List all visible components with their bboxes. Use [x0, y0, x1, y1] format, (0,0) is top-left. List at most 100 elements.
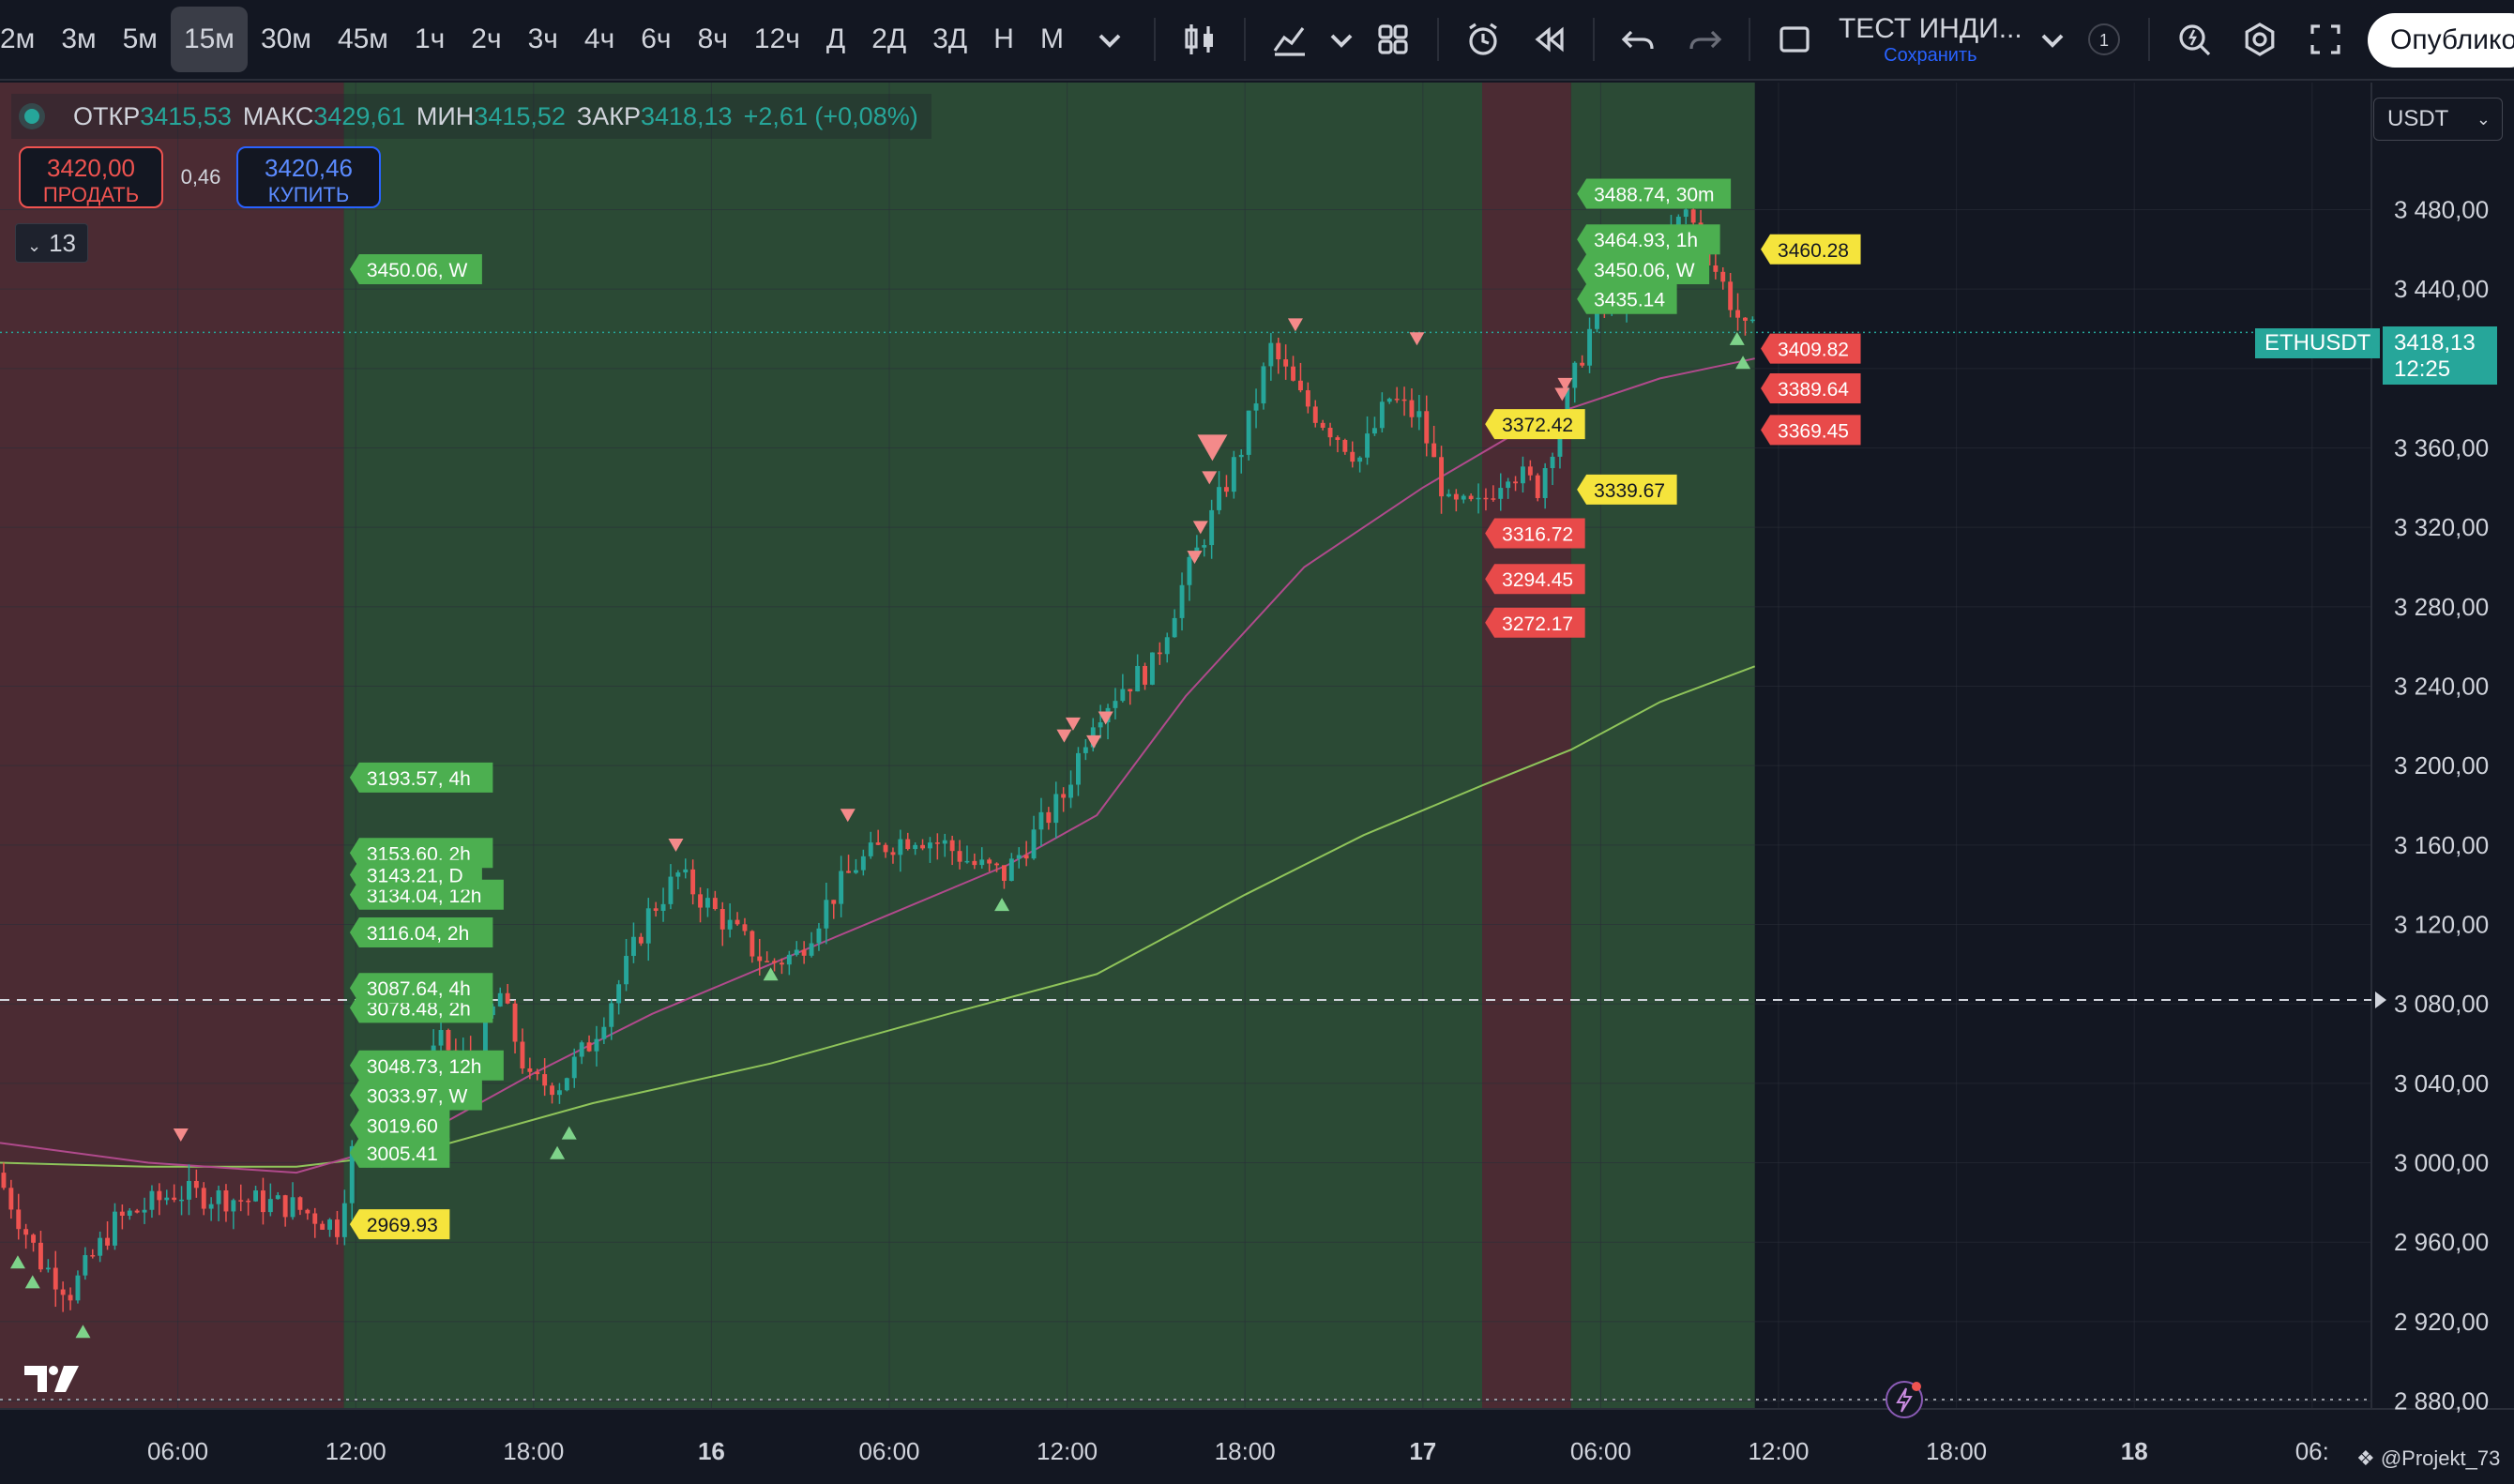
chart-area[interactable]: 3450.06, W 3193.57, 4h 3153.60, 2h 3134.04,… [0, 83, 2514, 1484]
replay-icon[interactable] [1516, 7, 1582, 72]
candle-body-174 [1291, 366, 1295, 381]
candle-body-198 [1468, 495, 1474, 500]
candle-body-170 [1261, 366, 1266, 404]
buy-button[interactable]: 3420,46 КУПИТЬ [236, 146, 381, 208]
candle-body-93 [690, 869, 696, 895]
timeframe-7[interactable]: 2ч [458, 7, 514, 72]
timeframe-4[interactable]: 30м [248, 7, 325, 72]
y-tick-label: 2 920,00 [2394, 1308, 2489, 1336]
redo-icon[interactable] [1672, 7, 1737, 72]
candle-body-141 [1046, 811, 1052, 824]
undo-icon[interactable] [1606, 7, 1672, 72]
level-tag-18: 3339.67 [1577, 474, 1677, 505]
level-tag-text: 3316.72 [1502, 524, 1573, 546]
candle-body-80 [594, 1038, 599, 1052]
x-tick-label: 18:00 [503, 1437, 564, 1465]
candle-body-154 [1143, 665, 1147, 685]
tradingview-logo-icon[interactable] [23, 1362, 84, 1396]
candle-body-155 [1150, 652, 1155, 685]
close-value: 3418,13 [640, 101, 733, 130]
level-tag-12: 2969.93 [349, 1209, 450, 1240]
candle-body-13 [98, 1237, 103, 1256]
toolbar-divider [1436, 18, 1439, 61]
candle-body-188 [1394, 399, 1400, 401]
x-tick-label: 18 [2121, 1437, 2148, 1465]
timeframe-2[interactable]: 5м [110, 7, 171, 72]
lightning-icon[interactable] [1884, 1379, 1925, 1420]
candle-body-98 [727, 919, 733, 930]
timeframe-10[interactable]: 6ч [628, 7, 684, 72]
templates-grid-icon[interactable] [1360, 7, 1426, 72]
candle-body-160 [1187, 556, 1192, 585]
toolbar-divider [1748, 18, 1750, 61]
candle-body-163 [1209, 509, 1215, 546]
sell-button[interactable]: 3420,00 ПРОДАТЬ [19, 146, 163, 208]
x-tick-label: 12:00 [1748, 1437, 1809, 1465]
candle-body-204 [1513, 481, 1518, 484]
candle-body-1 [8, 1188, 14, 1210]
session-zone-1 [343, 83, 1482, 1409]
candle-body-173 [1283, 359, 1289, 367]
sell-label: ПРОДАТЬ [42, 183, 140, 206]
chevron-down-icon[interactable] [1323, 7, 1360, 72]
candle-body-90 [668, 876, 674, 904]
chevron-down-icon[interactable] [2034, 7, 2071, 72]
timeframe-8[interactable]: 3ч [515, 7, 571, 72]
candle-body-60 [446, 1029, 451, 1051]
x-tick-label: 06:00 [1570, 1437, 1631, 1465]
quick-search-icon[interactable] [2161, 7, 2227, 72]
level-tag-7: 3087.64, 4h [349, 973, 493, 1004]
timeframe-13[interactable]: Д [813, 7, 858, 72]
timeframe-3[interactable]: 15м [170, 7, 248, 72]
timeframe-15[interactable]: 3Д [919, 7, 980, 72]
y-tick-label: 3 000,00 [2394, 1149, 2489, 1177]
timeframe-1[interactable]: 3м [48, 7, 109, 72]
timeframe-16[interactable]: Н [980, 7, 1027, 72]
candle-body-156 [1157, 652, 1162, 655]
timeframe-14[interactable]: 2Д [858, 7, 919, 72]
timeframe-5[interactable]: 45м [325, 7, 401, 72]
candle-body-187 [1386, 399, 1392, 402]
save-link[interactable]: Сохранить [1884, 45, 1976, 67]
candle-body-24 [179, 1199, 184, 1202]
candle-body-232 [1720, 271, 1726, 282]
candle-body-214 [1587, 328, 1592, 366]
candle-body-34 [253, 1190, 258, 1202]
timeframe-12[interactable]: 12ч [741, 7, 813, 72]
alert-count-badge[interactable]: 1 [2071, 7, 2137, 72]
candle-body-162 [1202, 545, 1207, 548]
candle-body-102 [757, 956, 763, 962]
timeframe-6[interactable]: 1ч [401, 7, 458, 72]
candle-body-143 [1061, 794, 1067, 798]
alert-clock-icon[interactable] [1450, 7, 1516, 72]
timeframe-9[interactable]: 4ч [571, 7, 628, 72]
candle-body-136 [1008, 858, 1014, 881]
layout-square-icon[interactable] [1762, 7, 1827, 72]
y-tick-label: 3 160,00 [2394, 831, 2489, 859]
publish-button[interactable]: Опублико [2368, 13, 2514, 68]
candle-body-197 [1461, 495, 1466, 500]
currency-select[interactable]: USDT ⌄ [2373, 98, 2503, 141]
candle-body-228 [1690, 209, 1696, 223]
fullscreen-icon[interactable] [2293, 7, 2358, 72]
indicators-icon[interactable] [1257, 7, 1323, 72]
level-tag-text: 3450.06, W [367, 260, 468, 281]
price-chart[interactable]: 3450.06, W3193.57, 4h3153.60, 2h3134.04,… [0, 83, 2514, 1484]
candle-body-236 [1749, 319, 1755, 322]
candle-body-195 [1446, 493, 1451, 497]
candle-body-74 [550, 1085, 554, 1096]
chevron-down-icon[interactable] [1077, 7, 1143, 72]
candle-body-68 [505, 992, 510, 1004]
level-arrow-icon [2375, 991, 2386, 1008]
high-label: МАКС [242, 101, 314, 130]
timeframe-11[interactable]: 8ч [685, 7, 741, 72]
timeframe-17[interactable]: М [1027, 7, 1077, 72]
candle-type-icon[interactable] [1167, 7, 1233, 72]
level-tag-text: 3087.64, 4h [367, 978, 471, 1000]
candle-body-85 [631, 936, 636, 957]
timeframe-0[interactable]: 2м [0, 7, 48, 72]
indicators-collapse-button[interactable]: ⌄ 13 [15, 223, 89, 263]
settings-gear-icon[interactable] [2227, 7, 2293, 72]
layout-title[interactable]: ТЕСТ ИНДИ... Сохранить [1827, 13, 2034, 67]
x-tick-label: 18:00 [1215, 1437, 1276, 1465]
